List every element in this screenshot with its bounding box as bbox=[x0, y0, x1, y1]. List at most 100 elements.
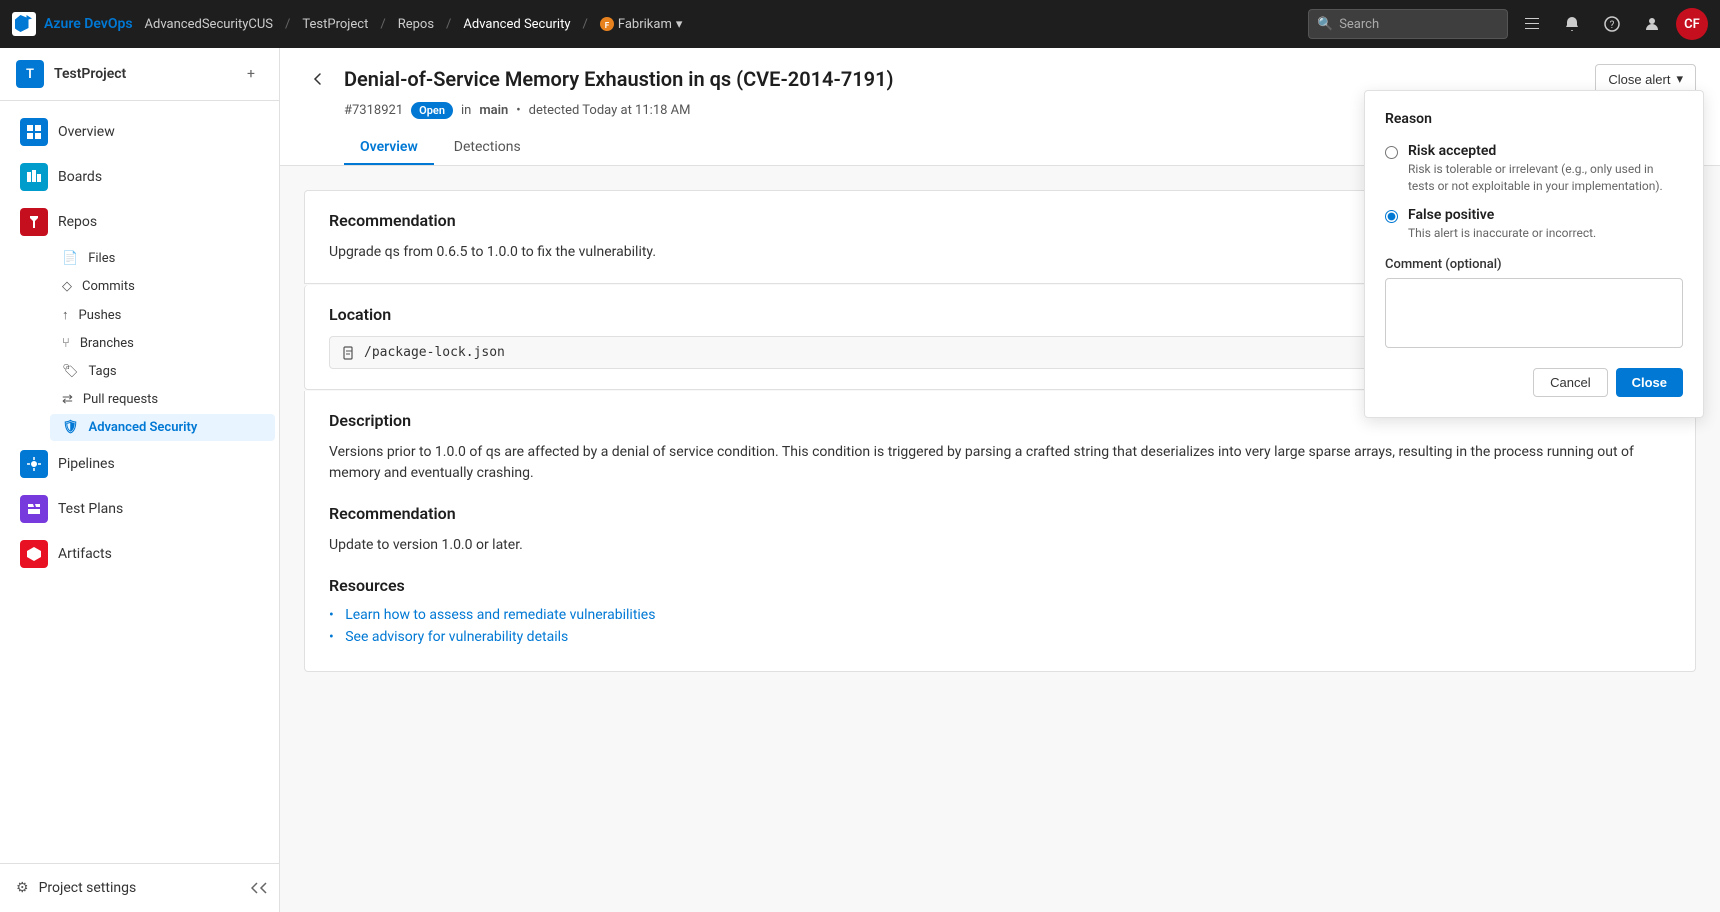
sidebar-item-advanced-security[interactable]: 🛡 Advanced Security bbox=[50, 414, 275, 441]
sidebar-item-overview-label: Overview bbox=[58, 124, 115, 140]
search-icon: 🔍 bbox=[1317, 17, 1333, 32]
pull-requests-icon: ⇄ bbox=[62, 392, 73, 407]
alert-branch-prefix: in bbox=[461, 103, 471, 118]
false-positive-label: False positive bbox=[1408, 207, 1596, 223]
sidebar-item-files-label: Files bbox=[88, 251, 115, 266]
topbar-brand[interactable]: Azure DevOps bbox=[44, 16, 133, 32]
alert-separator: • bbox=[516, 103, 520, 118]
sidebar-item-commits[interactable]: ◇ Commits bbox=[50, 273, 275, 300]
sidebar-item-boards-label: Boards bbox=[58, 169, 102, 185]
repos-icon bbox=[20, 208, 48, 236]
sidebar-item-pull-requests-label: Pull requests bbox=[83, 392, 158, 407]
collapse-sidebar-button[interactable] bbox=[243, 872, 275, 904]
sidebar-item-files[interactable]: 📄 Files bbox=[50, 245, 275, 272]
sidebar-item-test-plans-label: Test Plans bbox=[58, 501, 123, 517]
topbar-sep4: / bbox=[583, 17, 588, 32]
sidebar-item-commits-label: Commits bbox=[82, 279, 135, 294]
close-alert-chevron-icon: ▾ bbox=[1676, 71, 1683, 87]
sidebar-item-test-plans[interactable]: Test Plans bbox=[4, 487, 275, 531]
topbar-fabrikam[interactable]: F Fabrikam ▾ bbox=[600, 17, 683, 32]
sidebar-item-boards[interactable]: Boards bbox=[4, 155, 275, 199]
cancel-button[interactable]: Cancel bbox=[1533, 368, 1607, 397]
sidebar-item-pushes-label: Pushes bbox=[79, 308, 122, 323]
comment-textarea[interactable] bbox=[1385, 278, 1683, 348]
radio-false-positive[interactable] bbox=[1385, 210, 1398, 223]
pipelines-icon bbox=[20, 450, 48, 478]
comment-label: Comment (optional) bbox=[1385, 257, 1683, 272]
topbar-crumb-security[interactable]: Advanced Security bbox=[463, 17, 570, 32]
artifacts-icon bbox=[20, 540, 48, 568]
sidebar-item-branches[interactable]: ⑂ Branches bbox=[50, 330, 275, 357]
sidebar-item-overview[interactable]: Overview bbox=[4, 110, 275, 154]
risk-accepted-label: Risk accepted bbox=[1408, 143, 1683, 159]
sidebar-item-tags[interactable]: 🏷 Tags bbox=[50, 358, 275, 385]
tab-detections[interactable]: Detections bbox=[438, 131, 537, 165]
recommendation2-text: Update to version 1.0.0 or later. bbox=[329, 535, 1671, 556]
panel-actions: Cancel Close bbox=[1385, 368, 1683, 397]
overview-icon bbox=[20, 118, 48, 146]
account-icon-btn[interactable] bbox=[1636, 8, 1668, 40]
notifications-icon-btn[interactable] bbox=[1556, 8, 1588, 40]
file-icon bbox=[342, 346, 356, 360]
topbar-crumb-repos[interactable]: Repos bbox=[398, 17, 434, 32]
sidebar-item-branches-label: Branches bbox=[80, 336, 134, 351]
radio-option-false-positive: False positive This alert is inaccurate … bbox=[1385, 207, 1683, 242]
risk-accepted-desc: Risk is tolerable or irrelevant (e.g., o… bbox=[1408, 161, 1683, 195]
search-box[interactable]: 🔍 Search bbox=[1308, 9, 1508, 39]
sidebar-item-artifacts-label: Artifacts bbox=[58, 546, 112, 562]
radio-risk-accepted[interactable] bbox=[1385, 146, 1398, 159]
boards-icon bbox=[20, 163, 48, 191]
user-avatar[interactable]: CF bbox=[1676, 8, 1708, 40]
alert-id: #7318921 bbox=[344, 103, 403, 118]
resources-title: Resources bbox=[329, 576, 1671, 595]
branches-icon: ⑂ bbox=[62, 336, 70, 351]
topbar-sep3: / bbox=[446, 17, 451, 32]
sidebar-nav: Overview Boards Repos 📄 Files bbox=[0, 101, 279, 863]
repos-subnav: 📄 Files ◇ Commits ↑ Pushes ⑂ Branches 🏷 bbox=[0, 245, 279, 441]
sidebar-footer: ⚙ Project settings bbox=[0, 863, 279, 912]
close-alert-panel: Reason Risk accepted Risk is tolerable o… bbox=[1364, 90, 1704, 418]
sidebar-project-header: T TestProject + bbox=[0, 48, 279, 101]
azure-devops-logo bbox=[12, 12, 36, 36]
topbar-org[interactable]: AdvancedSecurityCUS bbox=[145, 17, 273, 32]
resource-link-1[interactable]: Learn how to assess and remediate vulner… bbox=[345, 607, 655, 623]
project-settings-label: Project settings bbox=[39, 880, 137, 896]
sidebar-item-pipelines[interactable]: Pipelines bbox=[4, 442, 275, 486]
page-title: Denial-of-Service Memory Exhaustion in q… bbox=[344, 67, 894, 91]
settings-icon-btn[interactable] bbox=[1516, 8, 1548, 40]
topbar: Azure DevOps AdvancedSecurityCUS / TestP… bbox=[0, 0, 1720, 48]
topbar-fabrikam-label: Fabrikam bbox=[618, 17, 672, 32]
topbar-sep2: / bbox=[380, 17, 385, 32]
advanced-security-icon: 🛡 bbox=[62, 420, 79, 435]
sidebar-item-advanced-security-label: Advanced Security bbox=[89, 420, 198, 435]
project-settings-link[interactable]: ⚙ Project settings bbox=[4, 872, 243, 904]
back-button[interactable] bbox=[304, 65, 332, 93]
tags-icon: 🏷 bbox=[62, 364, 79, 379]
project-name: TestProject bbox=[54, 66, 239, 82]
sidebar-item-pushes[interactable]: ↑ Pushes bbox=[50, 301, 275, 329]
sidebar-item-artifacts[interactable]: Artifacts bbox=[4, 532, 275, 576]
close-alert-label: Close alert bbox=[1608, 72, 1670, 87]
resource-link-2[interactable]: See advisory for vulnerability details bbox=[345, 629, 568, 645]
sidebar-item-pull-requests[interactable]: ⇄ Pull requests bbox=[50, 386, 275, 413]
svg-text:F: F bbox=[605, 21, 610, 30]
project-icon: T bbox=[16, 60, 44, 88]
sidebar-item-repos[interactable]: Repos bbox=[4, 200, 275, 244]
commits-icon: ◇ bbox=[62, 279, 72, 294]
alert-status-badge: Open bbox=[411, 102, 453, 119]
svg-text:?: ? bbox=[1610, 20, 1615, 31]
settings-icon: ⚙ bbox=[16, 880, 29, 896]
topbar-crumb-project[interactable]: TestProject bbox=[302, 17, 368, 32]
tab-overview[interactable]: Overview bbox=[344, 131, 434, 165]
close-panel-title: Reason bbox=[1385, 111, 1683, 127]
radio-option-risk-accepted: Risk accepted Risk is tolerable or irrel… bbox=[1385, 143, 1683, 195]
close-confirm-button[interactable]: Close bbox=[1616, 368, 1683, 397]
help-icon-btn[interactable]: ? bbox=[1596, 8, 1628, 40]
add-project-button[interactable]: + bbox=[239, 62, 263, 86]
pushes-icon: ↑ bbox=[62, 307, 69, 323]
recommendation2-title: Recommendation bbox=[329, 504, 1671, 523]
topbar-chevron-icon: ▾ bbox=[676, 17, 683, 32]
resource-item-2: See advisory for vulnerability details bbox=[329, 629, 1671, 645]
sidebar-item-tags-label: Tags bbox=[89, 364, 117, 379]
files-icon: 📄 bbox=[62, 251, 78, 266]
